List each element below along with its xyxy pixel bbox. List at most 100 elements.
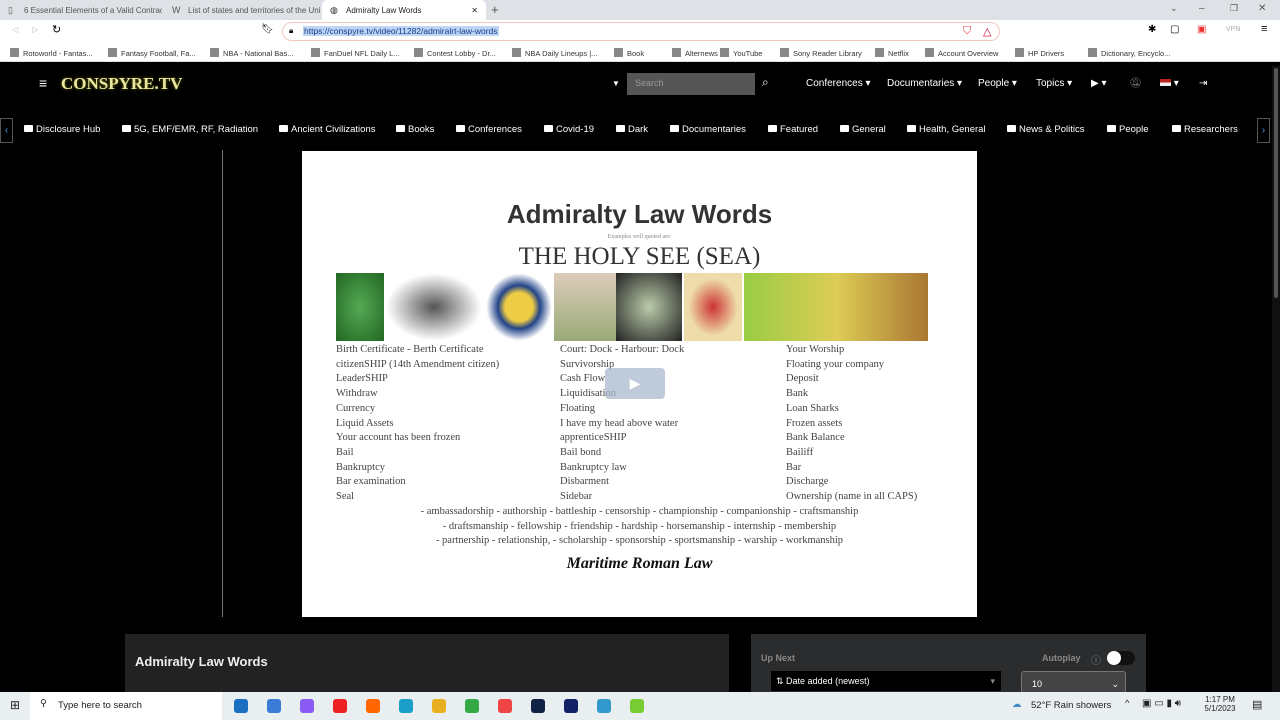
brave-taskbar-icon[interactable] (498, 699, 512, 713)
count-select[interactable]: 10 ⌄ (1021, 671, 1126, 693)
tab-wikipedia[interactable]: W List of states and territories of the U… (164, 0, 320, 20)
bookmark-icon[interactable]: 🔖︎ (261, 24, 274, 35)
search-input[interactable]: Search (627, 73, 755, 95)
bookmark-item[interactable]: Rotoworld - Fantas... (10, 48, 93, 58)
play-menu-icon[interactable]: ▶ ▾ (1091, 78, 1107, 89)
app-taskbar-icon[interactable] (531, 699, 545, 713)
url-bar[interactable]: 🔒︎ https://conspyre.tv/video/11282/admira… (282, 22, 1000, 41)
category-item[interactable]: Health, General (907, 124, 986, 135)
bookmarks-bar: Rotoworld - Fantas... Fantasy Football, F… (0, 44, 1280, 62)
sort-select[interactable]: ⇅ Date added (newest) ▾ (771, 671, 1001, 691)
category-bar: ‹ › Disclosure Hub 5G, EMF/EMR, RF, Radia… (0, 118, 1280, 143)
copilot-taskbar-icon[interactable] (300, 699, 314, 713)
category-item[interactable]: Dark (616, 124, 648, 135)
back-icon[interactable]: ◁ (12, 25, 18, 34)
language-flag-icon[interactable]: ▾ (1160, 78, 1179, 89)
bookmark-item[interactable]: NBA - National Bas... (210, 48, 293, 58)
firefox-taskbar-icon[interactable] (366, 699, 380, 713)
search-icon[interactable]: ⌕ (762, 75, 769, 90)
clock[interactable]: 1:17 PM 5/1/2023 (1200, 695, 1240, 713)
search-dropdown-icon[interactable]: ▼ (612, 79, 620, 88)
bookmark-item[interactable]: Sony Reader Library (780, 48, 862, 58)
weather-text[interactable]: 52°F Rain showers (1031, 700, 1111, 711)
notifications-off-icon[interactable]: 🔕︎ (1129, 78, 1142, 89)
news-taskbar-icon[interactable] (267, 699, 281, 713)
bookmark-item[interactable]: Dictionary, Encyclo... (1088, 48, 1170, 58)
nav-topics[interactable]: Topics ▾ (1036, 78, 1072, 89)
tab-admiralty[interactable]: ◍ Admiralty Law Words ✕ (322, 0, 486, 20)
bookmark-item[interactable]: FanDuel NFL Daily L... (311, 48, 400, 58)
category-item[interactable]: Featured (768, 124, 818, 135)
category-scroll-right[interactable]: › (1257, 118, 1270, 143)
category-item[interactable]: Ancient Civilizations (279, 124, 375, 135)
vatican-emblem-image (684, 273, 742, 341)
category-item[interactable]: News & Politics (1007, 124, 1084, 135)
tray-icons[interactable]: ▣ ▭ ▮ 🔊︎ (1142, 698, 1181, 709)
bookmark-item[interactable]: Alternews (672, 48, 718, 58)
slide-footer: Maritime Roman Law (566, 555, 713, 572)
tray-expand-icon[interactable]: ^ (1125, 698, 1129, 709)
chrome-taskbar-icon[interactable] (465, 699, 479, 713)
bookmark-item[interactable]: HP Drivers (1015, 48, 1064, 58)
bookmark-item[interactable]: Account Overview (925, 48, 998, 58)
login-icon[interactable]: ⇥ (1199, 78, 1207, 89)
brave-shield-icon[interactable]: ⛉ (963, 25, 971, 38)
forward-icon[interactable]: ▷ (32, 25, 38, 34)
telegram-taskbar-icon[interactable] (597, 699, 611, 713)
autoplay-toggle[interactable] (1107, 651, 1135, 665)
weather-icon: ☁ (1012, 699, 1022, 710)
windows-start-icon[interactable]: ⊞ (10, 698, 20, 712)
extensions-icon[interactable]: ✱ (1148, 24, 1156, 35)
category-item[interactable]: People (1107, 124, 1149, 135)
bookmark-icon (210, 48, 219, 57)
close-window-button[interactable]: ✕ (1258, 3, 1266, 14)
category-item[interactable]: Disclosure Hub (24, 124, 100, 135)
app-taskbar-icon[interactable] (630, 699, 644, 713)
new-tab-button[interactable]: + (491, 2, 499, 17)
page-scrollbar[interactable] (1272, 66, 1280, 692)
category-item[interactable]: General (840, 124, 886, 135)
bookmark-item[interactable]: Contest Lobby - Dr... (414, 48, 496, 58)
sidebar-icon[interactable]: ▢ (1170, 24, 1179, 35)
category-item[interactable]: Documentaries (670, 124, 746, 135)
hamburger-icon[interactable]: ≡ (39, 75, 47, 91)
app-taskbar-icon[interactable] (564, 699, 578, 713)
play-button[interactable]: ▶ (605, 368, 665, 399)
bookmark-item[interactable]: Fantasy Football, Fa... (108, 48, 196, 58)
close-tab-icon[interactable]: ✕ (471, 6, 478, 15)
restore-button[interactable]: ❐ (1230, 3, 1238, 14)
category-item[interactable]: Covid-19 (544, 124, 594, 135)
reload-icon[interactable]: ↻ (52, 23, 61, 36)
category-item[interactable]: Conferences (456, 124, 522, 135)
tab-contract[interactable]: ▯ 6 Essential Elements of a Valid Contrac (0, 0, 162, 20)
tab-search-icon[interactable]: ⌄ (1170, 3, 1178, 14)
nav-people[interactable]: People ▾ (978, 78, 1017, 89)
taskbar-search[interactable]: ⚲ Type here to search (30, 692, 222, 720)
menu-icon[interactable]: ≡ (1261, 23, 1267, 35)
category-item[interactable]: Researchers (1172, 124, 1238, 135)
bookmark-item[interactable]: Book (614, 48, 644, 58)
category-item[interactable]: 5G, EMF/EMR, RF, Radiation (122, 124, 258, 135)
vpn-button[interactable]: VPN (1226, 26, 1240, 33)
notifications-icon[interactable]: ▤ (1252, 698, 1262, 711)
minimize-button[interactable]: – (1199, 3, 1205, 14)
edge-taskbar-icon[interactable] (399, 699, 413, 713)
site-logo[interactable]: CONSPYRE.TV (61, 74, 182, 94)
category-scroll-left[interactable]: ‹ (0, 118, 13, 143)
slide-word: Liquid Assets (336, 417, 394, 429)
brave-rewards-icon[interactable]: △ (983, 25, 991, 38)
wallet-icon[interactable]: ▣ (1197, 24, 1206, 35)
bookmark-icon (512, 48, 521, 57)
store-taskbar-icon[interactable] (234, 699, 248, 713)
wikipedia-icon: W (172, 5, 181, 15)
bookmark-item[interactable]: YouTube (720, 48, 762, 58)
category-item[interactable]: Books (396, 124, 434, 135)
info-icon[interactable]: ⓘ (1091, 652, 1101, 667)
nav-conferences[interactable]: Conferences ▾ (806, 78, 871, 89)
bookmark-item[interactable]: Netflix (875, 48, 909, 58)
yandex-taskbar-icon[interactable] (333, 699, 347, 713)
nav-documentaries[interactable]: Documentaries ▾ (887, 78, 962, 89)
explorer-taskbar-icon[interactable] (432, 699, 446, 713)
bookmark-item[interactable]: NBA Daily Lineups |... (512, 48, 597, 58)
slide-word: Court: Dock - Harbour: Dock (560, 344, 685, 355)
